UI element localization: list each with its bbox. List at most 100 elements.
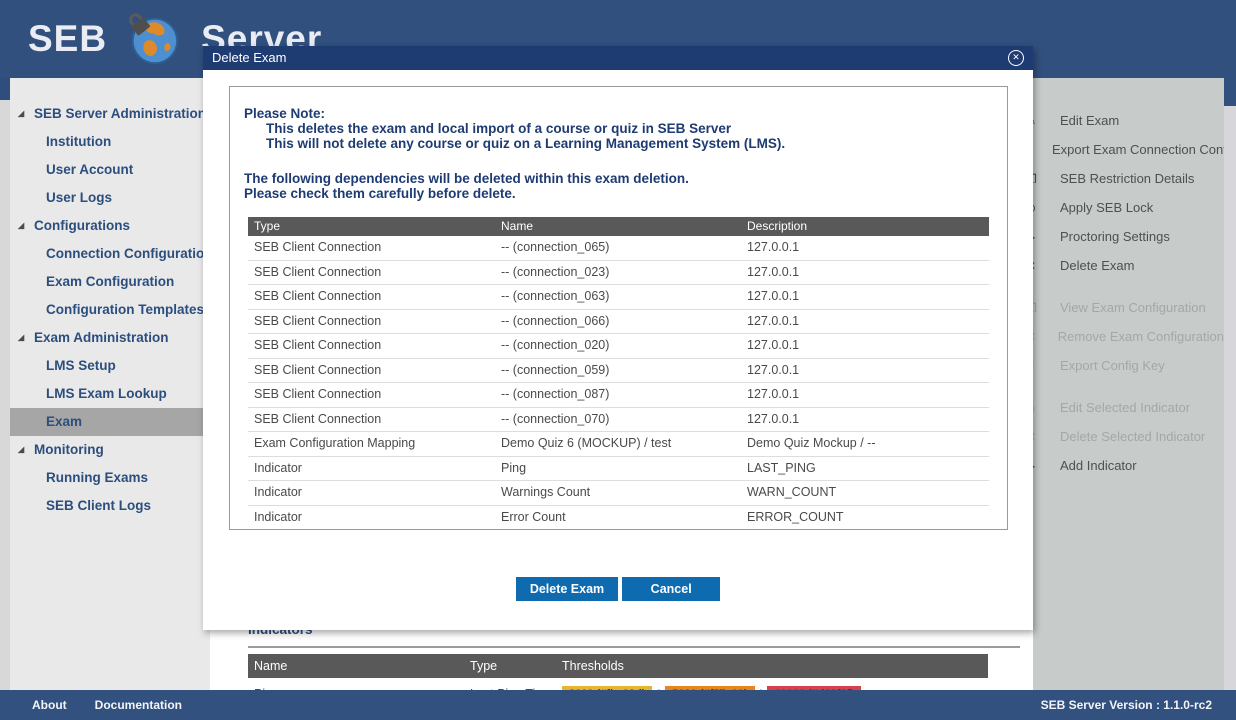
table-row: Indicator Ping LAST_PING	[248, 457, 989, 482]
export-config-key-icon[interactable]: ⇩ Export Config Key	[1033, 351, 1224, 380]
tree-expand-arrow-icon[interactable]: ◢	[18, 212, 24, 240]
sidebar-item-label: LMS Setup	[46, 358, 116, 373]
dependency-name: Warnings Count	[501, 481, 747, 505]
apply-seb-lock-icon[interactable]: ⊙ Apply SEB Lock	[1033, 193, 1224, 222]
sidebar-item[interactable]: ◢ Monitoring	[10, 436, 210, 464]
remove-exam-configuration-icon[interactable]: ✕ Remove Exam Configuration	[1033, 322, 1224, 351]
tree-expand-arrow-icon[interactable]: ◢	[18, 324, 24, 352]
edit-selected-indicator-icon: ✎	[1033, 401, 1041, 415]
dependency-name: -- (connection_070)	[501, 408, 747, 432]
dependency-description: 127.0.0.1	[747, 383, 989, 407]
page-edge-left	[0, 78, 10, 100]
sidebar-item[interactable]: ◢ Connection Configuration	[10, 240, 210, 268]
dependency-description: ERROR_COUNT	[747, 506, 989, 530]
dependency-type: Exam Configuration Mapping	[248, 432, 501, 456]
edit-exam-icon: ✎	[1033, 114, 1041, 128]
sidebar-item[interactable]: ◢ Configuration Templates	[10, 296, 210, 324]
dependency-description: 127.0.0.1	[747, 261, 989, 285]
dependency-type: Indicator	[248, 457, 501, 481]
sidebar-item[interactable]: ◢ Configurations	[10, 212, 210, 240]
section-divider	[248, 646, 1020, 648]
tree-expand-arrow-icon[interactable]: ◢	[18, 436, 24, 464]
sidebar-item-label: Monitoring	[34, 442, 104, 457]
dependency-name: -- (connection_059)	[501, 359, 747, 383]
indicators-col-type: Type	[470, 659, 562, 673]
dialog-button-bar: Delete Exam Cancel	[203, 577, 1033, 601]
tree-expand-arrow-icon[interactable]: ◢	[18, 100, 24, 128]
cancel-button[interactable]: Cancel	[622, 577, 720, 601]
sidebar-item-label: Exam Administration	[34, 330, 169, 345]
seb-server-app: SEB Server ◢ SEB Server Administration	[0, 0, 1236, 720]
apply-seb-lock-icon: ⊙	[1033, 201, 1041, 215]
sidebar-item[interactable]: ◢ SEB Server Administration	[10, 100, 210, 128]
dependency-type: SEB Client Connection	[248, 236, 501, 260]
sidebar-item[interactable]: ◢ Institution	[10, 128, 210, 156]
action-item-label: Edit Selected Indicator	[1060, 400, 1190, 415]
table-row: SEB Client Connection -- (connection_070…	[248, 408, 989, 433]
delete-selected-indicator-icon[interactable]: ✕ Delete Selected Indicator	[1033, 422, 1224, 451]
add-indicator-icon[interactable]: ▶ Add Indicator	[1033, 451, 1224, 480]
dependency-description: LAST_PING	[747, 457, 989, 481]
delete-exam-button[interactable]: Delete Exam	[516, 577, 618, 601]
table-row: SEB Client Connection -- (connection_087…	[248, 383, 989, 408]
sidebar-item-label: User Logs	[46, 190, 112, 205]
edit-exam-icon[interactable]: ✎ Edit Exam	[1033, 106, 1224, 135]
sidebar-item[interactable]: ◢ User Logs	[10, 184, 210, 212]
table-row: SEB Client Connection -- (connection_020…	[248, 334, 989, 359]
sidebar-item[interactable]: ◢ User Account	[10, 156, 210, 184]
dependency-type: SEB Client Connection	[248, 408, 501, 432]
add-indicator-icon: ▶	[1033, 459, 1041, 473]
sidebar-item[interactable]: ◢ LMS Exam Lookup	[10, 380, 210, 408]
dependency-name: -- (connection_063)	[501, 285, 747, 309]
remove-exam-configuration-icon: ✕	[1033, 330, 1039, 344]
sidebar-item-label: Exam Configuration	[46, 274, 174, 289]
dependency-name: Ping	[501, 457, 747, 481]
table-row: SEB Client Connection -- (connection_065…	[248, 236, 989, 261]
warning-line: The following dependencies will be delet…	[244, 171, 1007, 186]
note-line: This will not delete any course or quiz …	[244, 136, 1007, 151]
sidebar-item[interactable]: ◢ LMS Setup	[10, 352, 210, 380]
sidebar-item[interactable]: ◢ Exam	[10, 408, 210, 436]
indicators-table-header: Name Type Thresholds	[248, 654, 988, 678]
sidebar-item-label: LMS Exam Lookup	[46, 386, 167, 401]
dependency-type: SEB Client Connection	[248, 383, 501, 407]
view-exam-configuration-icon[interactable]: ❒ View Exam Configuration	[1033, 293, 1224, 322]
delete-exam-dialog: Delete Exam ✕ Please Note: This deletes …	[203, 46, 1033, 630]
sidebar-item-label: SEB Client Logs	[46, 498, 151, 513]
proctoring-settings-icon[interactable]: ▶ Proctoring Settings	[1033, 222, 1224, 251]
sidebar-item[interactable]: ◢ Exam Configuration	[10, 268, 210, 296]
close-icon[interactable]: ✕	[1008, 50, 1024, 66]
sidebar-item[interactable]: ◢ Running Exams	[10, 464, 210, 492]
table-row: SEB Client Connection -- (connection_063…	[248, 285, 989, 310]
scrollbar-track[interactable]	[1224, 106, 1236, 690]
export-config-key-icon: ⇩	[1033, 359, 1041, 373]
table-row: Indicator Error Count ERROR_COUNT	[248, 506, 989, 531]
delete-exam-icon[interactable]: ✕ Delete Exam	[1033, 251, 1224, 280]
edit-selected-indicator-icon[interactable]: ✎ Edit Selected Indicator	[1033, 393, 1224, 422]
dependency-name: -- (connection_023)	[501, 261, 747, 285]
documentation-link[interactable]: Documentation	[95, 698, 182, 712]
dependency-type: Indicator	[248, 481, 501, 505]
note-block: Please Note: This deletes the exam and l…	[230, 87, 1007, 151]
sidebar-item[interactable]: ◢ SEB Client Logs	[10, 492, 210, 520]
export-connection-config-icon[interactable]: ⇩ Export Exam Connection Configuration	[1033, 135, 1224, 164]
dialog-titlebar: Delete Exam ✕	[203, 46, 1033, 70]
dependency-description: 127.0.0.1	[747, 310, 989, 334]
seb-restriction-icon[interactable]: ❒ SEB Restriction Details	[1033, 164, 1224, 193]
action-item-label: Export Exam Connection Configuration	[1052, 142, 1224, 157]
warning-block: The following dependencies will be delet…	[230, 151, 1007, 201]
proctoring-settings-icon: ▶	[1033, 230, 1041, 244]
dependency-description: WARN_COUNT	[747, 481, 989, 505]
sidebar-item-label: Exam	[46, 414, 82, 429]
action-panel: ✎ Edit Exam ⇩ Export Exam Connection Con…	[1033, 78, 1224, 690]
dependency-type: SEB Client Connection	[248, 261, 501, 285]
sidebar-nav: ◢ SEB Server Administration ◢ Institutio…	[0, 78, 210, 690]
sidebar-item-label: Configuration Templates	[46, 302, 204, 317]
table-row: Indicator Warnings Count WARN_COUNT	[248, 481, 989, 506]
dependency-description: Demo Quiz Mockup / --	[747, 432, 989, 456]
action-item-label: Delete Exam	[1060, 258, 1134, 273]
sidebar-item[interactable]: ◢ Exam Administration	[10, 324, 210, 352]
about-link[interactable]: About	[32, 698, 67, 712]
dependency-name: -- (connection_066)	[501, 310, 747, 334]
page-edge-right	[1224, 78, 1236, 106]
